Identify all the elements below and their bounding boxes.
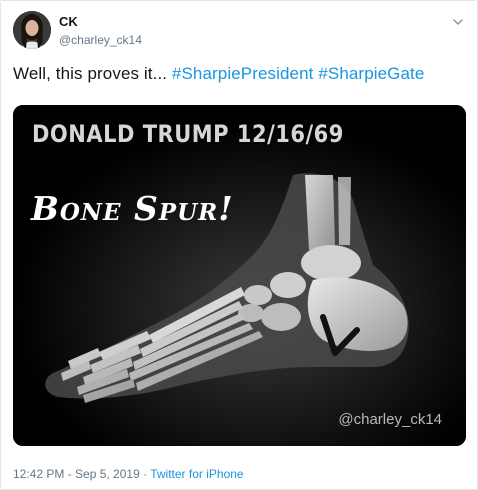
tweet-footer: 12:42 PM - Sep 5, 2019 · Twitter for iPh… <box>13 467 244 481</box>
media-image[interactable]: DONALD TRUMP 12/16/69 Bone Spur! @charle… <box>13 105 466 446</box>
display-name[interactable]: CK <box>59 14 78 29</box>
timestamp[interactable]: 12:42 PM - Sep 5, 2019 <box>13 467 140 481</box>
avatar[interactable] <box>13 11 51 49</box>
tweet-text: Well, this proves it... #SharpiePresiden… <box>13 64 424 84</box>
user-handle[interactable]: @charley_ck14 <box>59 33 142 47</box>
image-title-text: DONALD TRUMP 12/16/69 <box>32 120 344 148</box>
chevron-down-icon[interactable] <box>451 15 465 29</box>
profile-photo-icon <box>13 11 51 49</box>
hashtag-sharpiepresident[interactable]: #SharpiePresident <box>172 64 314 83</box>
tweet-card: CK @charley_ck14 Well, this proves it...… <box>0 0 478 490</box>
footer-separator: · <box>143 467 148 481</box>
image-watermark: @charley_ck14 <box>338 411 442 428</box>
tweet-text-body: Well, this proves it... <box>13 64 172 83</box>
hashtag-sharpiegate[interactable]: #SharpieGate <box>318 64 424 83</box>
image-caption-text: Bone Spur! <box>31 189 234 228</box>
foot-xray-icon <box>13 105 466 446</box>
source-link[interactable]: Twitter for iPhone <box>150 467 243 481</box>
